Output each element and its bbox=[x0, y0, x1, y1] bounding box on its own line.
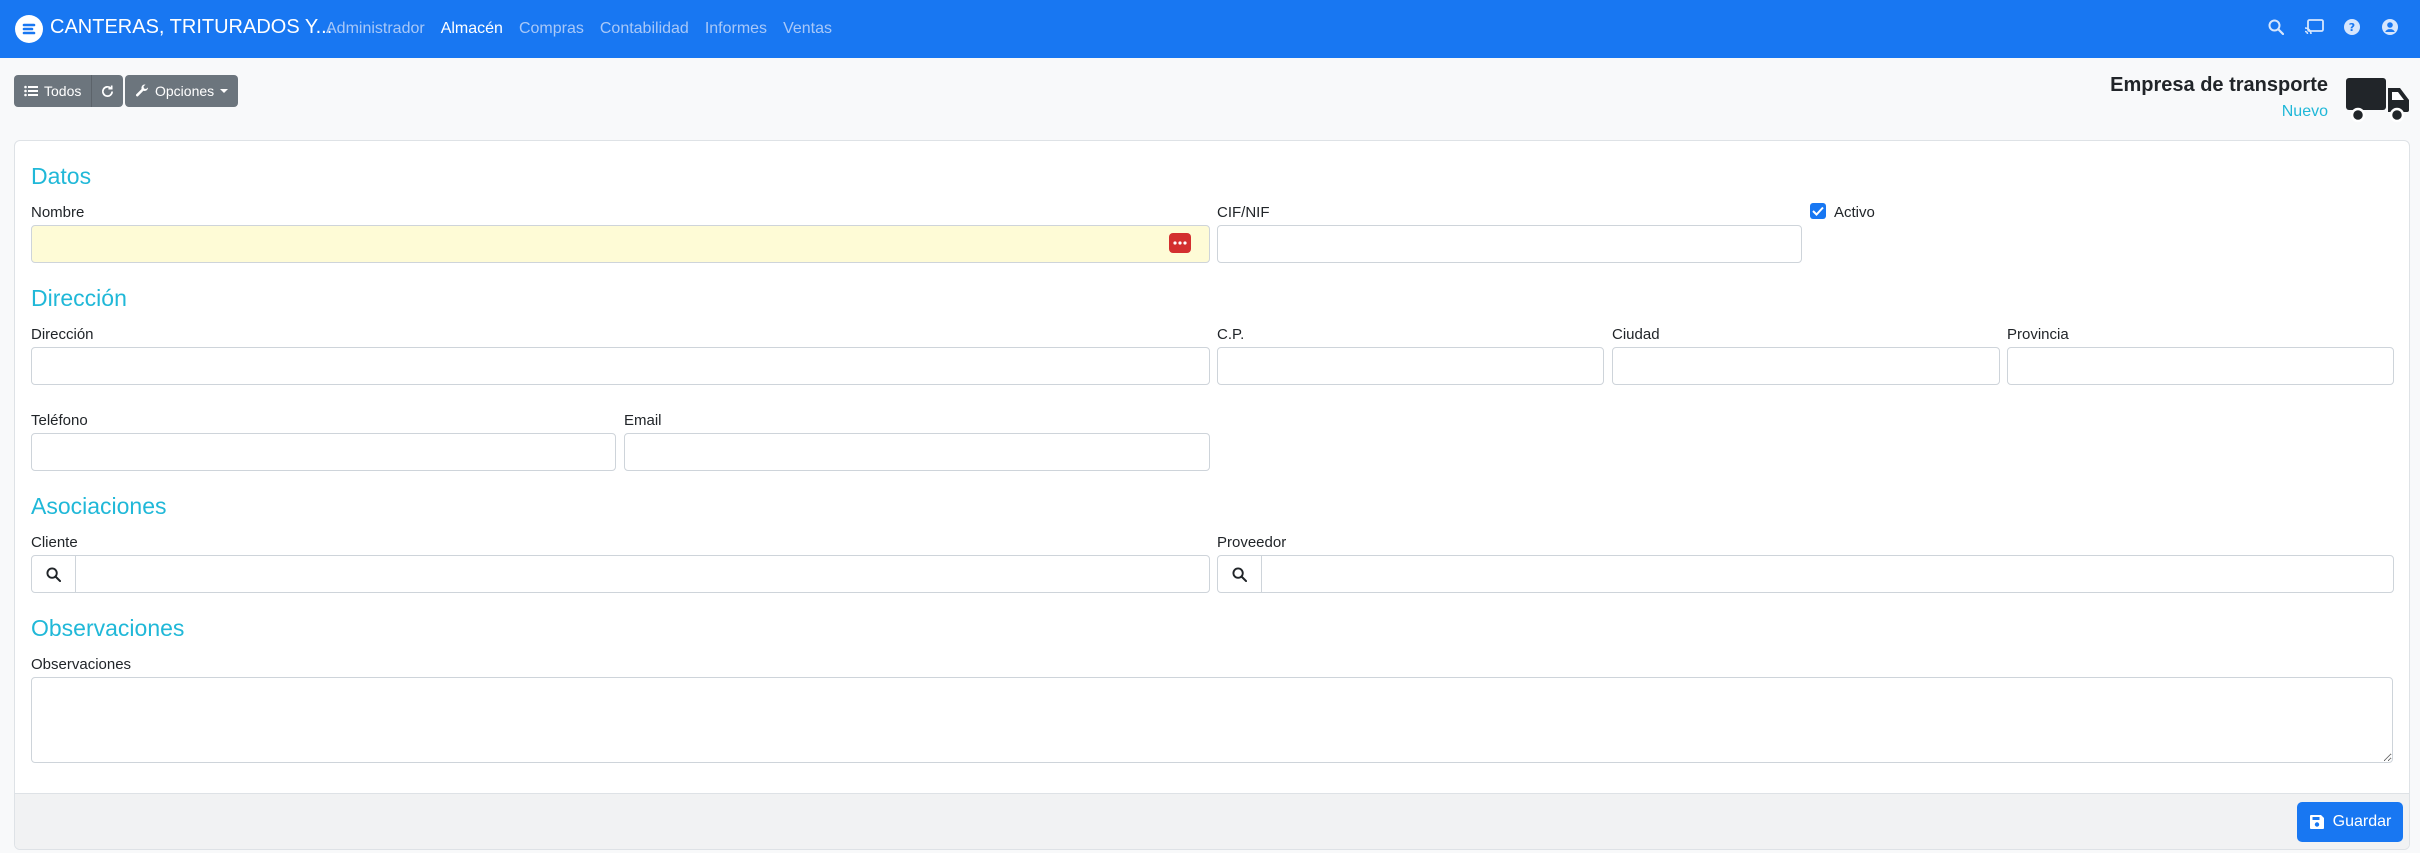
section-title-datos: Datos bbox=[31, 163, 92, 189]
activo-label[interactable]: Activo bbox=[1834, 204, 1875, 221]
cliente-input[interactable] bbox=[75, 555, 1210, 593]
brand-logo-icon[interactable] bbox=[15, 15, 43, 43]
wrench-icon bbox=[135, 84, 148, 97]
cp-input[interactable] bbox=[1217, 347, 1604, 385]
section-title-direccion: Dirección bbox=[31, 285, 127, 311]
nav-link-almacen[interactable]: Almacén bbox=[441, 20, 503, 38]
activo-checkbox[interactable] bbox=[1810, 203, 1826, 219]
list-button-group: Todos bbox=[14, 75, 124, 107]
telefono-input[interactable] bbox=[31, 433, 616, 471]
cifnif-label: CIF/NIF bbox=[1217, 204, 1270, 221]
provincia-input[interactable] bbox=[2007, 347, 2394, 385]
caret-down-icon bbox=[220, 89, 229, 93]
telefono-label: Teléfono bbox=[31, 412, 88, 429]
floppy-disk-icon bbox=[2309, 815, 2324, 829]
card-footer: Guardar bbox=[15, 793, 2409, 849]
refresh-icon bbox=[102, 84, 114, 97]
nombre-input[interactable] bbox=[31, 225, 1210, 263]
options-button-label: Opciones bbox=[155, 83, 215, 99]
refresh-button[interactable] bbox=[91, 75, 124, 107]
user-icon[interactable] bbox=[2380, 17, 2400, 37]
section-title-asociaciones: Asociaciones bbox=[31, 493, 167, 519]
svg-text:?: ? bbox=[2349, 21, 2355, 34]
nombre-label: Nombre bbox=[31, 204, 85, 221]
save-button[interactable]: Guardar bbox=[2297, 802, 2403, 842]
truck-icon bbox=[2346, 78, 2409, 123]
broadcast-icon[interactable] bbox=[2304, 17, 2324, 37]
main-menu: Administrador Almacén Compras Contabilid… bbox=[326, 20, 832, 38]
nav-link-administrador[interactable]: Administrador bbox=[326, 20, 425, 38]
all-button[interactable]: Todos bbox=[14, 75, 92, 107]
page-title: Empresa de transporte bbox=[2110, 74, 2328, 96]
brand-name[interactable]: CANTERAS, TRITURADOS Y... bbox=[50, 16, 332, 39]
email-label: Email bbox=[624, 412, 662, 429]
cp-label: C.P. bbox=[1217, 326, 1245, 343]
nav-link-contabilidad[interactable]: Contabilidad bbox=[600, 20, 689, 38]
ciudad-input[interactable] bbox=[1612, 347, 2000, 385]
save-button-label: Guardar bbox=[2332, 813, 2392, 830]
proveedor-input[interactable] bbox=[1261, 555, 2394, 593]
list-icon bbox=[24, 85, 38, 97]
section-title-observaciones: Observaciones bbox=[31, 615, 185, 641]
cliente-search-button[interactable] bbox=[31, 555, 76, 593]
password-manager-icon[interactable] bbox=[1169, 233, 1191, 253]
search-icon[interactable] bbox=[2266, 17, 2286, 37]
options-button-group: Opciones bbox=[125, 75, 239, 107]
observaciones-label: Observaciones bbox=[31, 656, 132, 673]
checkmark-icon bbox=[1812, 206, 1824, 216]
nav-link-compras[interactable]: Compras bbox=[519, 20, 584, 38]
search-icon bbox=[1232, 566, 1247, 582]
ciudad-label: Ciudad bbox=[1612, 326, 1660, 343]
form-card: Datos Nombre CIF/NIF Activo Dirección Di… bbox=[14, 140, 2410, 850]
direccion-label: Dirección bbox=[31, 326, 94, 343]
nav-link-ventas[interactable]: Ventas bbox=[783, 20, 832, 38]
nav-link-informes[interactable]: Informes bbox=[705, 20, 767, 38]
options-button[interactable]: Opciones bbox=[125, 75, 239, 107]
proveedor-label: Proveedor bbox=[1217, 534, 1287, 551]
cifnif-input[interactable] bbox=[1217, 225, 1802, 263]
page-subtitle: Nuevo bbox=[2281, 103, 2328, 120]
search-icon bbox=[46, 566, 61, 582]
top-navbar: CANTERAS, TRITURADOS Y... Administrador … bbox=[0, 0, 2420, 58]
proveedor-search-button[interactable] bbox=[1217, 555, 1262, 593]
observaciones-textarea[interactable] bbox=[31, 677, 2393, 763]
cliente-label: Cliente bbox=[31, 534, 78, 551]
help-icon[interactable]: ? bbox=[2342, 17, 2362, 37]
page-header: Empresa de transporte Nuevo bbox=[2110, 74, 2328, 121]
direccion-input[interactable] bbox=[31, 347, 1210, 385]
all-button-label: Todos bbox=[44, 83, 82, 99]
email-input[interactable] bbox=[624, 433, 1210, 471]
provincia-label: Provincia bbox=[2007, 326, 2069, 343]
navbar-icons: ? bbox=[2266, 17, 2400, 37]
